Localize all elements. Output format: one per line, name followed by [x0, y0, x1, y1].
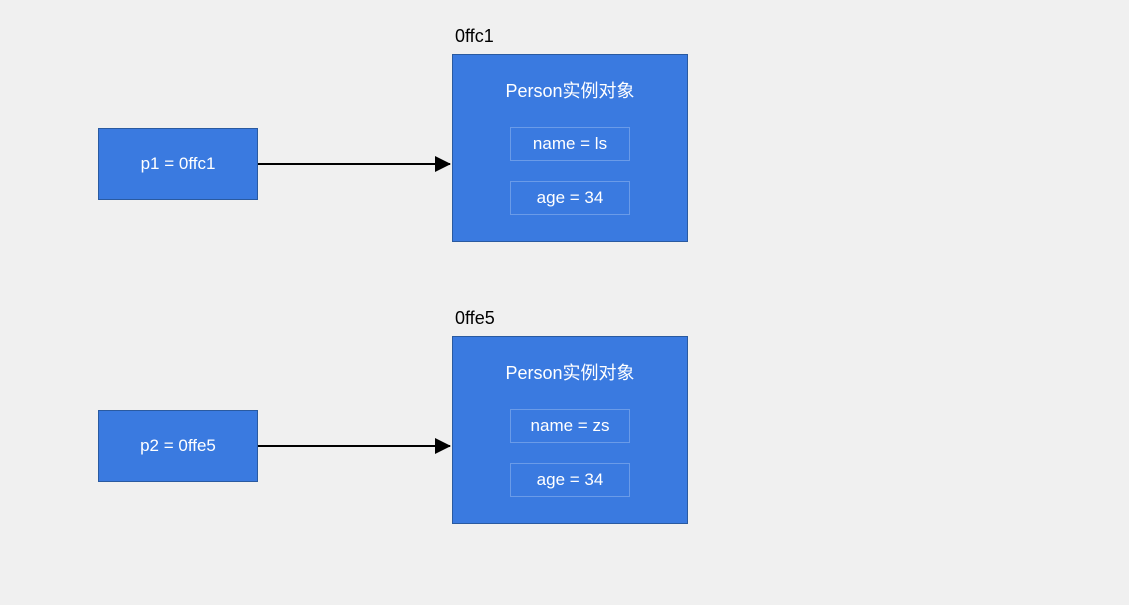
- object2-address: 0ffe5: [455, 308, 495, 329]
- pointer-p2: p2 = 0ffe5: [98, 410, 258, 482]
- object1-title: Person实例对象: [469, 77, 671, 103]
- object1-field-age: age = 34: [510, 181, 630, 215]
- object1-field-name: name = ls: [510, 127, 630, 161]
- object2-title: Person实例对象: [469, 359, 671, 385]
- object1-box: Person实例对象 name = ls age = 34: [452, 54, 688, 242]
- pointer-p2-label: p2 = 0ffe5: [140, 436, 216, 456]
- arrow-p2-to-obj2: [258, 445, 450, 447]
- object2-field-name: name = zs: [510, 409, 630, 443]
- object2-field-age: age = 34: [510, 463, 630, 497]
- pointer-p1-label: p1 = 0ffc1: [141, 154, 216, 174]
- arrow-p1-to-obj1: [258, 163, 450, 165]
- object1-address: 0ffc1: [455, 26, 494, 47]
- pointer-p1: p1 = 0ffc1: [98, 128, 258, 200]
- object2-box: Person实例对象 name = zs age = 34: [452, 336, 688, 524]
